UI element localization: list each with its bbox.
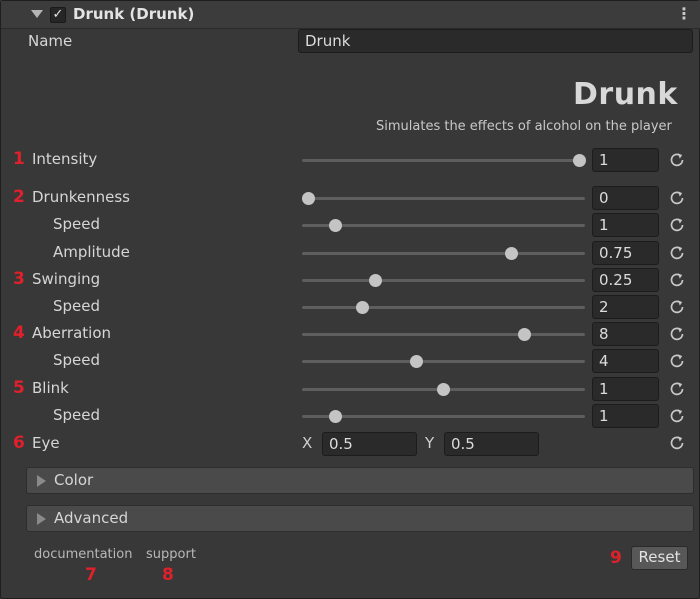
value-field[interactable]: 1	[592, 404, 659, 428]
drunkenness-label: Drunkenness	[32, 188, 130, 206]
eye-x-label: X	[302, 434, 313, 452]
refresh-icon[interactable]	[668, 189, 686, 207]
blink-label: Blink	[32, 379, 69, 397]
triangle-down-icon[interactable]	[31, 10, 43, 18]
value-field[interactable]: 0	[592, 186, 659, 210]
slider-thumb[interactable]	[518, 328, 532, 341]
eye-y-label: Y	[425, 434, 435, 452]
value-field[interactable]: 0.75	[592, 241, 659, 265]
reset-button[interactable]: Reset	[631, 546, 688, 570]
refresh-icon[interactable]	[668, 434, 686, 452]
refresh-icon[interactable]	[668, 271, 686, 289]
slider-track[interactable]	[302, 360, 585, 363]
name-label: Name	[28, 32, 73, 50]
refresh-icon[interactable]	[668, 151, 686, 169]
subtitle: Simulates the effects of alcohol on the …	[376, 119, 672, 134]
refresh-icon[interactable]	[668, 244, 686, 262]
refresh-icon[interactable]	[668, 216, 686, 234]
drunk-logo: Drunk	[573, 77, 678, 112]
sub-speed-label: Speed	[53, 215, 101, 233]
slider-thumb[interactable]	[301, 192, 315, 205]
enabled-checkbox[interactable]: ✓	[50, 7, 66, 23]
intensity-label: Intensity	[32, 150, 98, 168]
refresh-icon[interactable]	[668, 407, 686, 425]
support-link[interactable]: support	[146, 547, 196, 562]
value-field[interactable]: 0.25	[592, 268, 659, 292]
badge-7: 7	[85, 565, 97, 585]
sub-amplitude-label: Amplitude	[53, 243, 130, 261]
color-foldout-label: Color	[54, 471, 94, 489]
inspector-panel: ✓ Drunk (Drunk) ⋮ Name Drunk Drunk Simul…	[0, 0, 700, 599]
badge-5: 5	[13, 378, 25, 398]
badge-4: 4	[13, 323, 25, 343]
eye-y-field[interactable]: 0.5	[444, 432, 539, 456]
component-header[interactable]: ✓ Drunk (Drunk) ⋮	[1, 1, 700, 29]
triangle-right-icon	[37, 513, 46, 525]
badge-9: 9	[610, 548, 622, 568]
badge-1: 1	[13, 149, 25, 169]
advanced-foldout-label: Advanced	[54, 509, 129, 527]
refresh-icon[interactable]	[668, 298, 686, 316]
documentation-link[interactable]: documentation	[34, 547, 132, 562]
value-field[interactable]: 2	[592, 295, 659, 319]
swinging-label: Swinging	[32, 270, 101, 288]
slider-track[interactable]	[302, 333, 585, 336]
slider-track[interactable]	[302, 252, 585, 255]
slider-track[interactable]	[302, 415, 585, 418]
slider-thumb[interactable]	[369, 274, 383, 287]
slider-thumb[interactable]	[328, 219, 342, 232]
badge-8: 8	[162, 565, 174, 585]
value-field[interactable]: 4	[592, 349, 659, 373]
aberration-label: Aberration	[32, 324, 112, 342]
slider-track[interactable]	[302, 197, 585, 200]
slider-track[interactable]	[302, 224, 585, 227]
name-field[interactable]: Drunk	[298, 29, 693, 53]
sub-speed-label: Speed	[53, 297, 101, 315]
badge-2: 2	[13, 187, 25, 207]
slider-thumb[interactable]	[355, 301, 369, 314]
slider-track[interactable]	[302, 159, 585, 162]
sub-speed-label: Speed	[53, 351, 101, 369]
slider-thumb[interactable]	[504, 247, 518, 260]
refresh-icon[interactable]	[668, 352, 686, 370]
value-field[interactable]: 1	[592, 148, 659, 172]
slider-track[interactable]	[302, 279, 585, 282]
sub-speed-label: Speed	[53, 406, 101, 424]
badge-6: 6	[13, 433, 25, 453]
triangle-right-icon	[37, 475, 46, 487]
slider-thumb[interactable]	[437, 383, 450, 396]
slider-thumb[interactable]	[409, 355, 423, 368]
slider-thumb[interactable]	[328, 410, 342, 423]
refresh-icon[interactable]	[668, 380, 686, 398]
eye-label: Eye	[32, 434, 60, 452]
slider-thumb[interactable]	[572, 154, 586, 167]
slider-track[interactable]	[302, 306, 585, 309]
kebab-menu-icon[interactable]: ⋮	[676, 5, 692, 25]
eye-x-field[interactable]: 0.5	[322, 432, 417, 456]
value-field[interactable]: 8	[592, 322, 659, 346]
component-title: Drunk (Drunk)	[73, 5, 195, 23]
value-field[interactable]: 1	[592, 213, 659, 237]
refresh-icon[interactable]	[668, 325, 686, 343]
advanced-foldout[interactable]: Advanced	[26, 505, 694, 532]
badge-3: 3	[13, 269, 25, 289]
value-field[interactable]: 1	[592, 377, 659, 401]
color-foldout[interactable]: Color	[26, 467, 694, 494]
